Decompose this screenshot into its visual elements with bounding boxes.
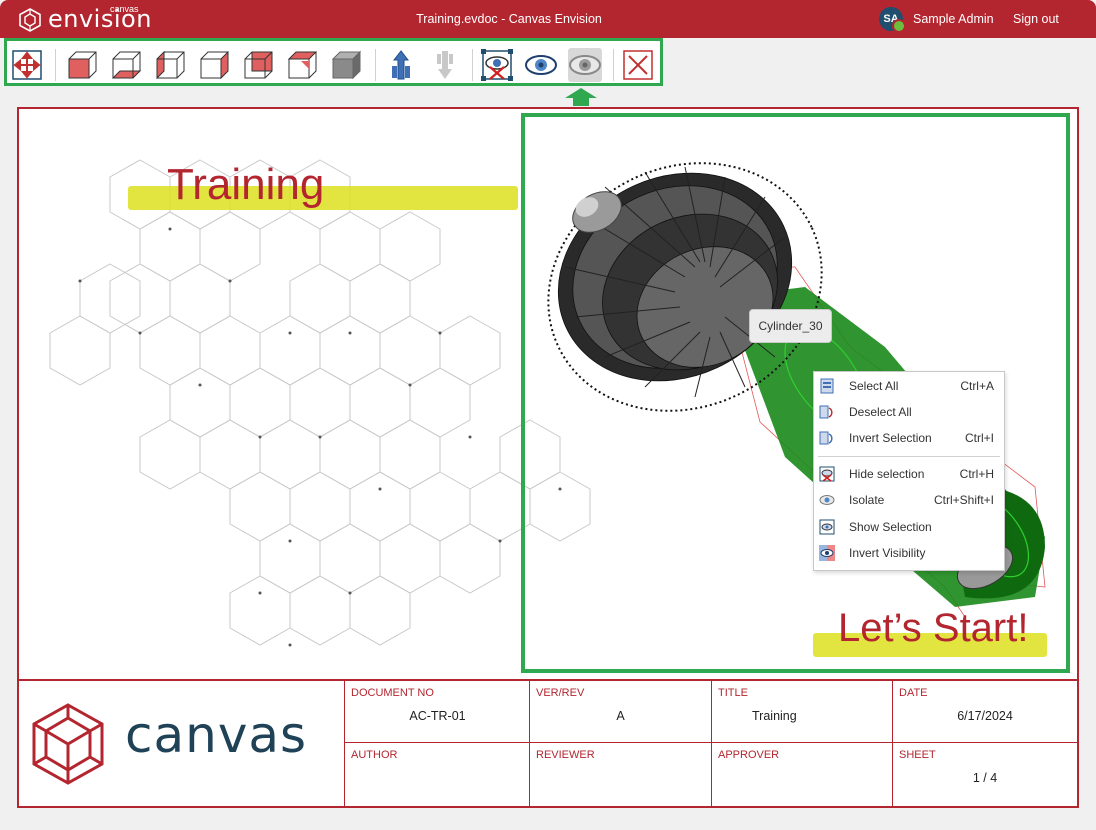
- bottom-view-icon: [110, 49, 142, 81]
- menu-shortcut: Ctrl+H: [960, 467, 994, 481]
- date-value: 6/17/2024: [893, 709, 1077, 723]
- field-label: DATE: [899, 687, 928, 699]
- date-cell: DATE 6/17/2024: [892, 681, 1077, 742]
- field-label: SHEET: [899, 749, 936, 761]
- toolbar-separator: [375, 49, 376, 81]
- top-view-icon: [286, 49, 318, 81]
- menu-item-invert-selection[interactable]: Invert Selection Ctrl+I: [814, 426, 1004, 450]
- top-view-button[interactable]: [285, 48, 319, 82]
- show-selection-icon: [819, 519, 835, 535]
- right-view-button[interactable]: [197, 48, 231, 82]
- front-view-icon: [66, 49, 98, 81]
- menu-item-hide-selection[interactable]: Hide selection Ctrl+H: [814, 462, 1004, 486]
- view-toolbar: [4, 38, 663, 86]
- clear-icon: [622, 49, 654, 81]
- field-label: TITLE: [718, 687, 748, 699]
- menu-shortcut: Ctrl+A: [960, 379, 994, 393]
- document-no-cell: DOCUMENT NO AC-TR-01: [344, 681, 530, 742]
- menu-label: Invert Visibility: [849, 546, 925, 560]
- sheet-value: 1 / 4: [893, 771, 1077, 785]
- collapse-icon: [429, 49, 461, 81]
- left-view-icon: [154, 49, 186, 81]
- menu-item-invert-visibility[interactable]: Invert Visibility: [814, 541, 1004, 565]
- start-heading: Let’s Start!: [838, 606, 1028, 651]
- field-label: APPROVER: [718, 749, 779, 761]
- title-cell: TITLE Training: [711, 681, 893, 742]
- context-menu: Select All Ctrl+A Deselect All Invert Se…: [813, 371, 1005, 571]
- part-tooltip: Cylinder_30: [749, 309, 832, 343]
- fit-to-view-icon: [11, 49, 43, 81]
- hide-selection-button[interactable]: [480, 48, 514, 82]
- canvas-wordmark: canvas: [125, 706, 307, 764]
- author-cell: AUTHOR: [344, 743, 530, 807]
- menu-shortcut: Ctrl+Shift+I: [934, 493, 994, 507]
- fit-to-view-button[interactable]: [10, 48, 44, 82]
- sheet-title: Training: [167, 160, 324, 210]
- ver-rev-value: A: [530, 709, 711, 723]
- toggle-visibility-icon: [568, 49, 602, 81]
- back-view-button[interactable]: [241, 48, 275, 82]
- toolbar-separator: [613, 49, 614, 81]
- field-label: AUTHOR: [351, 749, 397, 761]
- right-view-icon: [198, 49, 230, 81]
- show-icon: [524, 49, 558, 81]
- isolate-icon: [819, 492, 835, 508]
- front-view-button[interactable]: [65, 48, 99, 82]
- field-label: VER/REV: [536, 687, 584, 699]
- back-view-icon: [242, 49, 274, 81]
- collapse-button[interactable]: [428, 48, 462, 82]
- title-bar: envision canvas Training.evdoc - Canvas …: [0, 0, 1096, 38]
- menu-label: Show Selection: [849, 520, 932, 534]
- bottom-view-button[interactable]: [109, 48, 143, 82]
- ver-rev-cell: VER/REV A: [529, 681, 711, 742]
- menu-item-show-selection[interactable]: Show Selection: [814, 515, 1004, 539]
- left-view-button[interactable]: [153, 48, 187, 82]
- menu-item-isolate[interactable]: Isolate Ctrl+Shift+I: [814, 488, 1004, 512]
- menu-separator: [818, 456, 1000, 457]
- canvas-logo-icon: [30, 702, 106, 786]
- title-value: Training: [752, 709, 893, 723]
- invert-visibility-icon: [819, 545, 835, 561]
- toolbar-separator: [472, 49, 473, 81]
- invert-selection-icon: [819, 430, 835, 446]
- isometric-view-button[interactable]: [329, 48, 363, 82]
- isometric-view-icon: [330, 49, 362, 81]
- select-all-icon: [819, 378, 835, 394]
- show-button[interactable]: [524, 48, 558, 82]
- menu-item-deselect-all[interactable]: Deselect All: [814, 400, 1004, 424]
- menu-label: Hide selection: [849, 467, 924, 481]
- online-status-dot: [892, 19, 906, 33]
- reviewer-cell: REVIEWER: [529, 743, 711, 807]
- hide-selection-icon: [819, 466, 835, 482]
- menu-label: Deselect All: [849, 405, 912, 419]
- arrow-up-icon: [563, 88, 599, 106]
- document-no-value: AC-TR-01: [345, 709, 530, 723]
- field-label: DOCUMENT NO: [351, 687, 434, 699]
- avatar[interactable]: SA: [879, 7, 903, 31]
- menu-label: Invert Selection: [849, 431, 932, 445]
- hide-selection-icon: [481, 49, 513, 81]
- sheet-cell: SHEET 1 / 4: [892, 743, 1077, 807]
- user-name[interactable]: Sample Admin: [913, 12, 994, 26]
- toggle-visibility-button[interactable]: [568, 48, 602, 82]
- field-label: REVIEWER: [536, 749, 595, 761]
- menu-item-select-all[interactable]: Select All Ctrl+A: [814, 374, 1004, 398]
- deselect-all-icon: [819, 404, 835, 420]
- explode-button[interactable]: [384, 48, 418, 82]
- clear-button[interactable]: [621, 48, 655, 82]
- sign-out-link[interactable]: Sign out: [1013, 12, 1059, 26]
- menu-label: Isolate: [849, 493, 884, 507]
- approver-cell: APPROVER: [711, 743, 893, 807]
- window-title: Training.evdoc - Canvas Envision: [0, 12, 1018, 26]
- toolbar-separator: [55, 49, 56, 81]
- menu-shortcut: Ctrl+I: [965, 431, 994, 445]
- menu-label: Select All: [849, 379, 898, 393]
- explode-icon: [385, 49, 417, 81]
